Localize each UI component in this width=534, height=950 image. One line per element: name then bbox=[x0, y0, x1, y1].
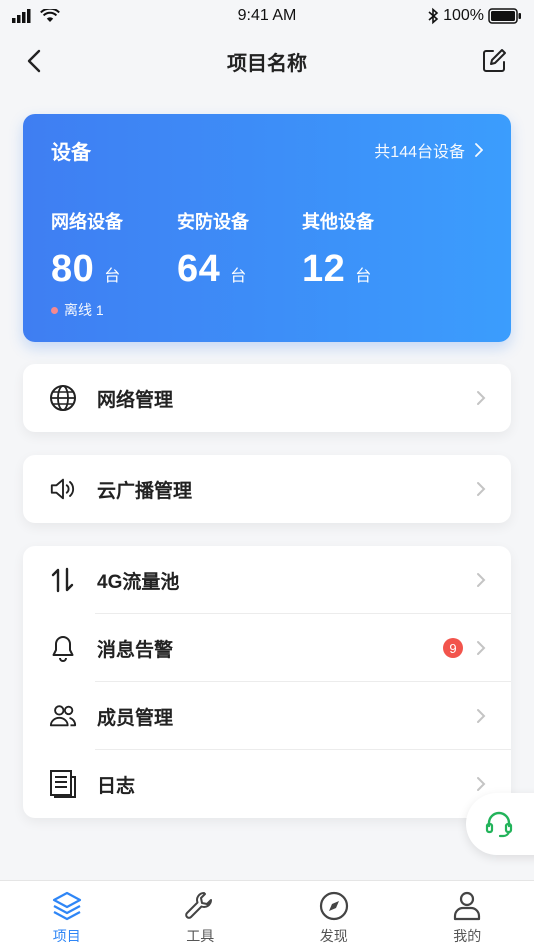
speaker-icon bbox=[49, 475, 77, 503]
menu-item-label: 4G流量池 bbox=[97, 571, 180, 593]
tab-label: 项目 bbox=[52, 928, 81, 944]
tab-discover[interactable]: 发现 bbox=[267, 881, 401, 950]
nav-bar: 项目名称 bbox=[0, 36, 534, 86]
menu-item-traffic-pool[interactable]: 4G流量池 bbox=[23, 546, 511, 614]
chevron-right-icon bbox=[477, 482, 486, 496]
device-unit: 台 bbox=[355, 268, 372, 285]
menu-item-broadcast[interactable]: 云广播管理 bbox=[23, 455, 511, 523]
management-card: 4G流量池 消息告警 9 成员管理 日志 bbox=[23, 546, 511, 818]
device-group-value: 64 台 bbox=[177, 248, 249, 291]
menu-item-label: 消息告警 bbox=[97, 639, 174, 661]
customer-service-button[interactable] bbox=[466, 793, 534, 855]
document-icon bbox=[49, 770, 77, 798]
tab-label: 我的 bbox=[453, 928, 482, 944]
alerts-badge: 9 bbox=[443, 638, 463, 658]
device-group-label: 网络设备 bbox=[51, 212, 123, 232]
status-time: 9:41 AM bbox=[237, 7, 297, 24]
device-group-label: 安防设备 bbox=[177, 212, 249, 232]
chevron-right-icon bbox=[477, 391, 486, 405]
menu-item-label: 日志 bbox=[97, 775, 136, 797]
menu-item-members[interactable]: 成员管理 bbox=[23, 682, 511, 750]
tab-label: 工具 bbox=[186, 928, 215, 944]
offline-label: 离线 1 bbox=[64, 302, 104, 318]
headset-icon bbox=[485, 811, 513, 838]
edit-icon[interactable] bbox=[480, 47, 508, 75]
device-unit: 台 bbox=[230, 268, 247, 285]
device-total-link[interactable]: 共144台设备 bbox=[374, 138, 483, 162]
back-icon[interactable] bbox=[22, 48, 48, 74]
device-summary-card[interactable]: 设备 共144台设备 网络设备 80 台 安防设备 64 台 其他设备 12 台… bbox=[23, 114, 511, 342]
menu-item-label: 网络管理 bbox=[97, 389, 174, 411]
device-group-value: 12 台 bbox=[302, 248, 374, 291]
device-total-label: 共144台设备 bbox=[374, 144, 465, 161]
menu-item-network[interactable]: 网络管理 bbox=[23, 364, 511, 432]
layers-icon bbox=[52, 891, 81, 921]
broadcast-card: 云广播管理 bbox=[23, 455, 511, 523]
device-count: 64 bbox=[177, 248, 221, 290]
compass-icon bbox=[319, 891, 348, 921]
chevron-right-icon bbox=[477, 709, 486, 723]
offline-dot-icon bbox=[51, 306, 58, 314]
device-count: 12 bbox=[302, 248, 346, 290]
chevron-right-icon bbox=[477, 573, 486, 587]
tab-projects[interactable]: 项目 bbox=[0, 881, 134, 950]
device-group-label: 其他设备 bbox=[302, 212, 374, 232]
device-unit: 台 bbox=[104, 268, 121, 285]
tab-profile[interactable]: 我的 bbox=[401, 881, 534, 950]
device-group-value: 80 台 bbox=[51, 248, 123, 291]
chevron-right-icon bbox=[477, 777, 486, 791]
menu-item-alerts[interactable]: 消息告警 9 bbox=[23, 614, 511, 682]
person-icon bbox=[454, 891, 481, 921]
device-group-other[interactable]: 其他设备 12 台 bbox=[302, 208, 374, 291]
network-card: 网络管理 bbox=[23, 364, 511, 432]
menu-item-logs[interactable]: 日志 bbox=[23, 750, 511, 818]
tab-tools[interactable]: 工具 bbox=[134, 881, 268, 950]
transfer-arrows-icon bbox=[49, 566, 77, 594]
page-title: 项目名称 bbox=[227, 52, 307, 75]
users-icon bbox=[49, 702, 77, 730]
device-group-network[interactable]: 网络设备 80 台 bbox=[51, 208, 123, 291]
device-card-title: 设备 bbox=[51, 142, 91, 164]
chevron-right-icon bbox=[477, 641, 486, 655]
status-bar: 9:41 AM 100% bbox=[0, 0, 534, 32]
offline-indicator: 离线 1 bbox=[51, 300, 104, 320]
tab-label: 发现 bbox=[319, 928, 348, 944]
bell-icon bbox=[49, 634, 77, 662]
menu-item-label: 成员管理 bbox=[97, 707, 174, 729]
menu-item-label: 云广播管理 bbox=[97, 480, 193, 502]
device-count: 80 bbox=[51, 248, 95, 290]
chevron-right-icon bbox=[475, 143, 483, 157]
wrench-icon bbox=[185, 892, 213, 919]
device-group-security[interactable]: 安防设备 64 台 bbox=[177, 208, 249, 291]
tab-bar: 项目 工具 发现 我的 bbox=[0, 880, 534, 950]
globe-icon bbox=[49, 384, 77, 412]
